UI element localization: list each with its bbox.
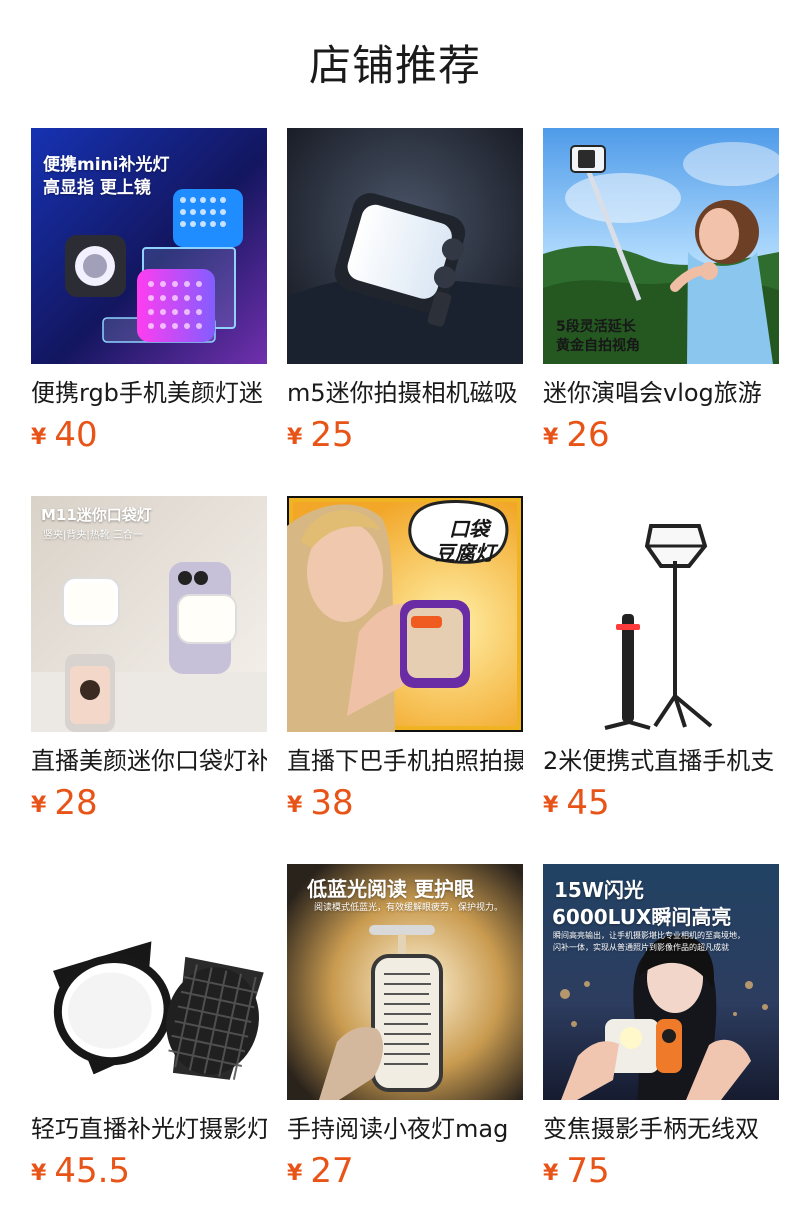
product-card[interactable]: 低蓝光阅读 更护眼 阅读模式低蓝光，有效缓解眼疲劳，保护视力。 手持阅读小夜灯m… <box>287 864 523 1198</box>
product-image-headline: 5段灵活延长 <box>556 319 636 335</box>
product-name[interactable]: 轻巧直播补光灯摄影灯 <box>31 1112 267 1146</box>
softbox-product-image-art <box>31 864 267 1100</box>
price-value: 26 <box>566 415 610 455</box>
currency-symbol: ¥ <box>543 793 559 818</box>
currency-symbol: ¥ <box>287 793 303 818</box>
product-price: ¥ 25 <box>287 415 523 455</box>
product-card[interactable]: m5迷你拍摄相机磁吸 ¥ 25 <box>287 128 523 462</box>
currency-symbol: ¥ <box>543 1161 559 1186</box>
currency-symbol: ¥ <box>287 425 303 450</box>
product-price: ¥ 27 <box>287 1151 523 1191</box>
price-value: 25 <box>310 415 354 455</box>
page-header: 店铺推荐 <box>0 0 790 128</box>
product-image[interactable] <box>287 128 523 364</box>
product-image-subheadline: 竖夹|背夹|热靴 三合一 <box>43 530 143 541</box>
product-card[interactable]: 口袋 豆腐灯 直播下巴手机拍照拍摄 ¥ 38 <box>287 496 523 830</box>
price-value: 45.5 <box>54 1151 131 1191</box>
product-name[interactable]: 2米便携式直播手机支 <box>543 744 779 778</box>
product-image-headline: M11迷你口袋灯 <box>41 506 152 524</box>
product-image[interactable]: 15W闪光 6000LUX瞬间高亮 瞬间高亮输出，让手机摄影堪比专业相机的至高境… <box>543 864 779 1100</box>
currency-symbol: ¥ <box>31 793 47 818</box>
product-image[interactable]: 5段灵活延长 黄金自拍视角 <box>543 128 779 364</box>
product-image[interactable]: 便携mini补光灯 高显指 更上镜 <box>31 128 267 364</box>
product-image-headline: 15W闪光 <box>554 878 644 902</box>
price-value: 27 <box>310 1151 354 1191</box>
product-image[interactable]: 口袋 豆腐灯 <box>287 496 523 732</box>
product-card[interactable]: 轻巧直播补光灯摄影灯 ¥ 45.5 <box>31 864 267 1198</box>
product-image-headline: 便携mini补光灯 <box>43 155 170 175</box>
product-card[interactable]: 2米便携式直播手机支 ¥ 45 <box>543 496 779 830</box>
product-card[interactable]: 15W闪光 6000LUX瞬间高亮 瞬间高亮输出，让手机摄影堪比专业相机的至高境… <box>543 864 779 1198</box>
product-image-subheadline: 黄金自拍视角 <box>556 338 640 354</box>
currency-symbol: ¥ <box>287 1161 303 1186</box>
currency-symbol: ¥ <box>31 425 47 450</box>
product-card[interactable]: M11迷你口袋灯 竖夹|背夹|热靴 三合一 直播美颜迷你口袋灯补 ¥ 28 <box>31 496 267 830</box>
product-price: ¥ 45.5 <box>31 1151 267 1191</box>
product-price: ¥ 28 <box>31 783 267 823</box>
product-name[interactable]: 手持阅读小夜灯mag <box>287 1112 523 1146</box>
product-image-subheadline: 阅读模式低蓝光，有效缓解眼疲劳，保护视力。 <box>314 903 504 913</box>
product-image-subheadline: 高显指 更上镜 <box>43 178 151 198</box>
currency-symbol: ¥ <box>31 1161 47 1186</box>
product-price: ¥ 75 <box>543 1151 779 1191</box>
product-price: ¥ 38 <box>287 783 523 823</box>
page-title: 店铺推荐 <box>308 41 481 90</box>
product-image[interactable] <box>543 496 779 732</box>
product-card[interactable]: 5段灵活延长 黄金自拍视角 迷你演唱会vlog旅游 ¥ 26 <box>543 128 779 462</box>
product-name[interactable]: 直播下巴手机拍照拍摄 <box>287 744 523 778</box>
product-price: ¥ 26 <box>543 415 779 455</box>
product-name[interactable]: 便携rgb手机美颜灯迷 <box>31 376 267 410</box>
product-price: ¥ 40 <box>31 415 267 455</box>
product-name[interactable]: 迷你演唱会vlog旅游 <box>543 376 779 410</box>
product-name[interactable]: 变焦摄影手柄无线双 <box>543 1112 779 1146</box>
product-image[interactable] <box>31 864 267 1100</box>
product-image[interactable]: 低蓝光阅读 更护眼 阅读模式低蓝光，有效缓解眼疲劳，保护视力。 <box>287 864 523 1100</box>
product-card[interactable]: 便携mini补光灯 高显指 更上镜 便携rgb手机美颜灯迷 ¥ 40 <box>31 128 267 462</box>
price-value: 40 <box>54 415 98 455</box>
price-value: 75 <box>566 1151 610 1191</box>
currency-symbol: ¥ <box>543 425 559 450</box>
tripod-stand-product-image-art <box>543 496 779 732</box>
magnetic-light-product-image-art <box>287 128 523 364</box>
price-value: 45 <box>566 783 610 823</box>
price-value: 38 <box>310 783 354 823</box>
shop-recommendations-page: 店铺推荐 便携mini补光灯 高显指 更上镜 便携rgb手机美颜灯迷 ¥ 40 … <box>0 0 790 1232</box>
product-image-subheadline: 豆腐灯 <box>435 541 495 565</box>
product-image-subheadline: 6000LUX瞬间高亮 <box>552 905 732 929</box>
price-value: 28 <box>54 783 98 823</box>
product-image[interactable]: M11迷你口袋灯 竖夹|背夹|热靴 三合一 <box>31 496 267 732</box>
product-image-description-line: 瞬间高亮输出，让手机摄影堪比专业相机的至高境地， <box>553 931 745 940</box>
product-price: ¥ 45 <box>543 783 779 823</box>
product-image-headline: 低蓝光阅读 更护眼 <box>307 877 474 901</box>
product-name[interactable]: 直播美颜迷你口袋灯补 <box>31 744 267 778</box>
product-image-description-line: 闪补一体，实现从普通照片到影像作品的超凡成就 <box>553 943 729 952</box>
product-name[interactable]: m5迷你拍摄相机磁吸 <box>287 376 523 410</box>
